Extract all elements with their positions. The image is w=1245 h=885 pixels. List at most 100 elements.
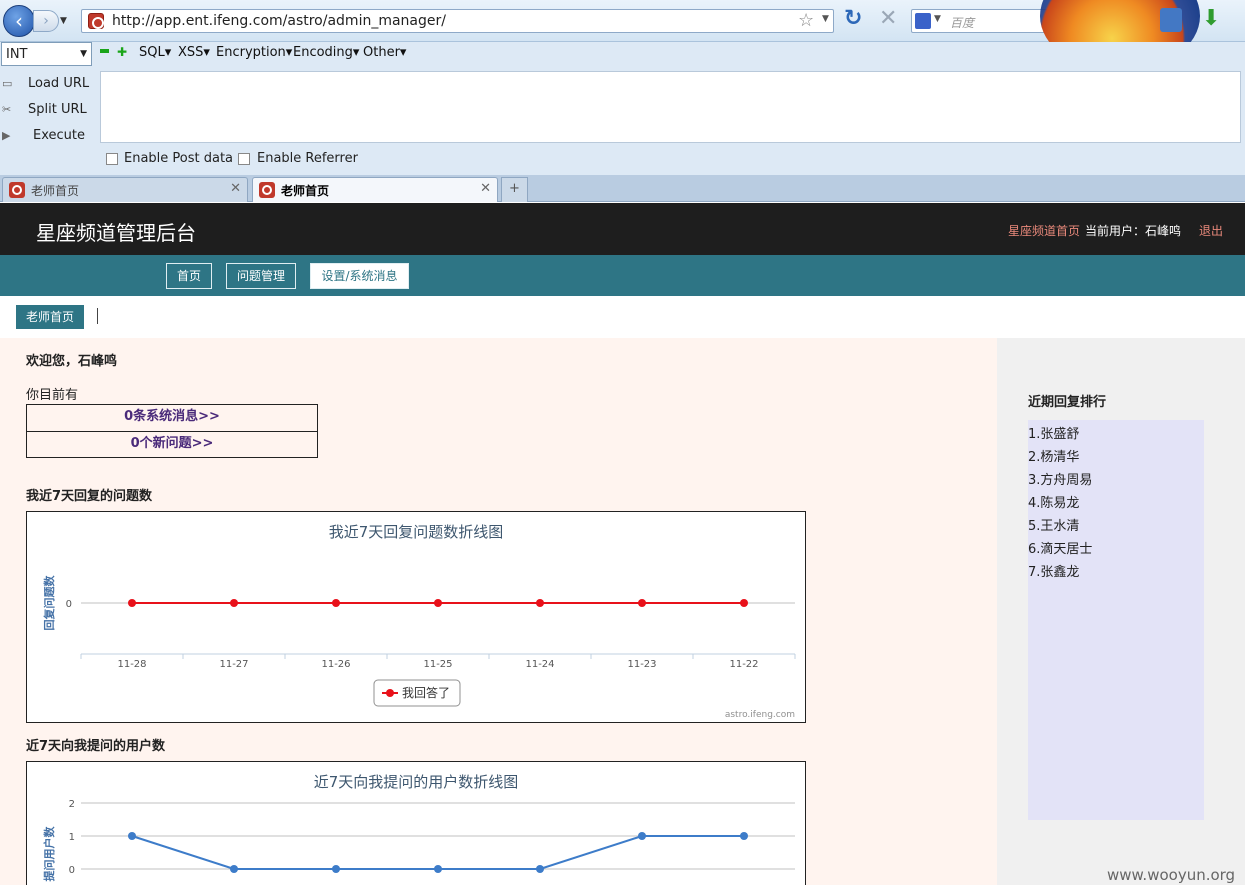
split-url-label: Split URL xyxy=(28,102,87,117)
data-point xyxy=(230,599,238,607)
close-tab-icon[interactable]: ✕ xyxy=(230,181,241,196)
hackbar-menu-other[interactable]: Other▾ xyxy=(363,45,406,60)
tab-teacher-home-1[interactable]: 老师首页 ✕ xyxy=(2,177,248,202)
hackbar-url-textarea[interactable] xyxy=(100,71,1241,143)
ranking-item[interactable]: 6.滴天居士 xyxy=(1028,538,1092,557)
new-tab-button[interactable]: + xyxy=(501,177,528,202)
search-engine-icon[interactable] xyxy=(915,13,931,29)
main-content: 欢迎您，石峰鸣 你目前有 0条系统消息>> 0个新问题>> 我近7天回复的问题数… xyxy=(0,338,997,885)
increment-icon[interactable]: ✚ xyxy=(117,45,127,59)
scissors-icon: ✂ xyxy=(2,103,12,116)
x-tick-label: 11-23 xyxy=(627,659,656,670)
data-point xyxy=(332,865,340,873)
current-status-text: 你目前有 xyxy=(26,388,79,403)
data-point xyxy=(536,599,544,607)
ranking-item[interactable]: 7.张鑫龙 xyxy=(1028,561,1079,580)
hackbar-menu-sql[interactable]: SQL▾ xyxy=(139,45,171,60)
nav-questions[interactable]: 问题管理 xyxy=(226,263,296,289)
ranking-item[interactable]: 2.杨清华 xyxy=(1028,446,1079,465)
close-tab-icon[interactable]: ✕ xyxy=(480,181,491,196)
tab-strip: 老师首页 ✕ 老师首页 ✕ + xyxy=(0,175,1245,202)
reload-icon[interactable]: ↻ xyxy=(844,6,862,31)
welcome-text: 欢迎您，石峰鸣 xyxy=(26,354,118,369)
data-point xyxy=(536,865,544,873)
data-point xyxy=(128,832,136,840)
y-tick-label: 0 xyxy=(69,865,75,876)
enable-referrer-label[interactable]: Enable Referrer xyxy=(257,151,358,166)
forward-button[interactable]: › xyxy=(33,10,59,32)
url-dropdown-icon[interactable]: ▼ xyxy=(822,14,829,24)
tab-title: 老师首页 xyxy=(31,184,80,198)
web-page: 星座频道管理后台 星座频道首页 当前用户：石峰鸣 退出 首页 问题管理 设置/系… xyxy=(0,203,1245,885)
ranking-item[interactable]: 5.王水清 xyxy=(1028,515,1079,534)
history-dropdown-icon[interactable]: ▼ xyxy=(60,10,74,32)
search-input[interactable]: 百度 xyxy=(950,14,974,31)
system-messages-link[interactable]: 0条系统消息>> xyxy=(27,405,317,431)
data-point xyxy=(740,832,748,840)
current-user-text: 当前用户：石峰鸣 xyxy=(1085,224,1182,238)
search-engine-dropdown-icon[interactable]: ▼ xyxy=(934,14,941,24)
y-axis-label: 回复问题数 xyxy=(42,575,56,631)
stop-icon[interactable]: ✕ xyxy=(879,6,897,31)
ranking-item[interactable]: 1.张盛舒 xyxy=(1028,423,1079,442)
nav-home[interactable]: 首页 xyxy=(166,263,212,289)
y-axis-label: 提问用户数 xyxy=(42,826,56,882)
legend-marker xyxy=(386,689,394,697)
nav-settings[interactable]: 设置/系统消息 xyxy=(310,263,409,289)
play-icon: ▶ xyxy=(2,129,11,142)
x-tick-label: 11-22 xyxy=(729,659,758,670)
y-tick-label: 1 xyxy=(69,832,75,843)
series-line xyxy=(131,835,744,870)
tab-favicon-icon xyxy=(9,182,25,198)
replies-chart-svg: 我近7天回复问题数折线图 回复问题数 0 11-28 11-27 11-26 11-2… xyxy=(42,523,796,720)
channel-home-link[interactable]: 星座频道首页 xyxy=(1008,222,1080,239)
tab-favicon-icon xyxy=(259,182,275,198)
new-questions-link[interactable]: 0个新问题>> xyxy=(27,431,317,457)
chart-legend[interactable]: 我回答了 xyxy=(373,679,461,707)
reply-ranking-title: 近期回复排行 xyxy=(1028,395,1107,410)
hackbar-menu-encoding[interactable]: Encoding▾ xyxy=(293,45,359,60)
ranking-item[interactable]: 3.方舟周易 xyxy=(1028,469,1092,488)
bookmark-star-icon[interactable]: ☆ xyxy=(798,10,814,31)
hackbar-menu-xss[interactable]: XSS▾ xyxy=(178,45,210,60)
chart-title: 近7天向我提问的用户数折线图 xyxy=(314,773,519,791)
highlight-icon[interactable] xyxy=(1160,8,1182,32)
main-nav: 首页 问题管理 设置/系统消息 xyxy=(0,255,1245,296)
data-point xyxy=(434,599,442,607)
data-point xyxy=(128,599,136,607)
split-url-button[interactable]: ✂ Split URL xyxy=(0,100,98,122)
watermark-text: www.wooyun.org xyxy=(1107,866,1236,884)
enable-post-checkbox[interactable] xyxy=(106,153,118,165)
back-button[interactable]: ‹ xyxy=(3,5,35,37)
execute-button[interactable]: ▶ Execute xyxy=(0,126,98,148)
tab-teacher-home-2[interactable]: 老师首页 ✕ xyxy=(252,177,498,202)
x-tick-label: 11-26 xyxy=(321,659,350,670)
data-point xyxy=(434,865,442,873)
askers-chart-svg: 近7天向我提问的用户数折线图 提问用户数 0 1 2 xyxy=(42,773,795,882)
notifications-box: 0条系统消息>> 0个新问题>> xyxy=(26,404,318,458)
hackbar-type-select[interactable]: INT ▼ xyxy=(1,42,92,66)
logout-link[interactable]: 退出 xyxy=(1199,222,1223,239)
ranking-item[interactable]: 4.陈易龙 xyxy=(1028,492,1079,511)
chart-title: 我近7天回复问题数折线图 xyxy=(329,523,504,541)
site-favicon-icon xyxy=(88,13,104,29)
tab-title: 老师首页 xyxy=(281,184,330,198)
enable-referrer-checkbox[interactable] xyxy=(238,153,250,165)
replies-chart: 我近7天回复问题数折线图 回复问题数 0 11-28 11-27 11-26 11-2… xyxy=(26,511,806,723)
decrement-icon[interactable] xyxy=(100,49,109,53)
breadcrumb: 老师首页 xyxy=(0,296,1245,338)
enable-post-label[interactable]: Enable Post data xyxy=(124,151,233,166)
download-icon[interactable]: ⬇ xyxy=(1202,6,1228,34)
section-askers-title: 近7天向我提问的用户数 xyxy=(26,739,166,754)
hackbar-menu-encryption[interactable]: Encryption▾ xyxy=(216,45,292,60)
url-bar[interactable]: http://app.ent.ifeng.com/astro/admin_man… xyxy=(81,9,834,33)
section-replies-title: 我近7天回复的问题数 xyxy=(26,489,153,504)
hackbar: INT ▼ ✚ SQL▾ XSS▾ Encryption▾ Encoding▾ … xyxy=(0,42,1245,175)
breadcrumb-teacher-home[interactable]: 老师首页 xyxy=(16,305,84,329)
breadcrumb-separator xyxy=(97,308,98,324)
legend-label: 我回答了 xyxy=(402,685,450,700)
url-text[interactable]: http://app.ent.ifeng.com/astro/admin_man… xyxy=(112,13,446,29)
chart-credit[interactable]: astro.ifeng.com xyxy=(725,710,795,720)
load-url-button[interactable]: ▭ Load URL xyxy=(0,74,98,96)
x-tick-label: 11-24 xyxy=(525,659,554,670)
